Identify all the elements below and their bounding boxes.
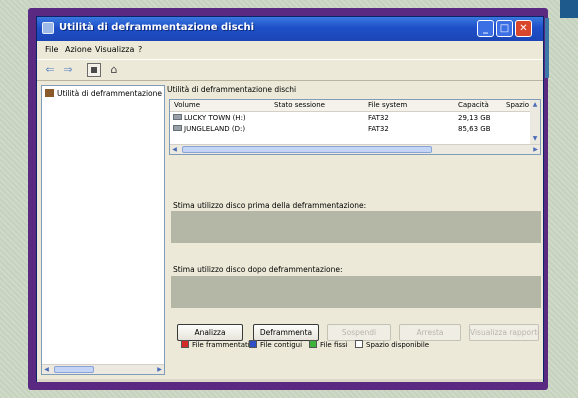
after-analysis-label: Stima utilizzo disco dopo deframmentazio… [173,265,343,274]
toolbar: ⇐ ⇒ ⌂ [37,59,543,81]
details-pane: Utilità di deframmentazione dischi Volum… [167,85,541,375]
back-arrow-icon[interactable]: ⇐ [43,63,57,77]
column-status[interactable]: Stato sessione [270,100,364,112]
analyze-button[interactable]: Analizza [177,324,243,341]
scroll-left-icon[interactable]: ◀ [170,145,179,154]
legend-free-space: Spazio disponibile [355,340,429,349]
window-title: Utilità di deframmentazione dischi [59,22,255,33]
legend-contiguous: File contigui [249,340,302,349]
view-report-button[interactable]: Visualizza rapporto [469,324,539,341]
row-capacity: 29,13 GB [458,114,491,122]
scroll-thumb[interactable] [182,146,432,153]
status-bar [37,379,543,382]
defragment-button[interactable]: Deframmenta [253,324,319,341]
free-space-swatch [355,340,363,348]
scroll-down-icon[interactable]: ▼ [530,134,540,143]
stop-button[interactable]: Arresta [399,324,461,341]
before-analysis-label: Stima utilizzo disco prima della deframm… [173,201,367,210]
menu-help[interactable]: ? [138,45,142,54]
tree-item-label: Utilità di deframmentazione [57,89,163,98]
console-tree-pane: Utilità di deframmentazione ◀ ▶ [41,85,165,375]
scroll-right-icon[interactable]: ▶ [531,145,540,154]
column-filesystem[interactable]: File system [364,100,454,112]
pause-button[interactable]: Sospendi [327,324,391,341]
legend-unmovable: File fissi [309,340,348,349]
title-bar[interactable]: Utilità di deframmentazione dischi _ □ ✕ [37,17,543,41]
maximize-button[interactable]: □ [496,20,513,37]
scroll-up-icon[interactable]: ▲ [530,100,540,109]
menu-visualizza[interactable]: Visualizza [95,45,134,54]
tree-item-defrag[interactable]: Utilità di deframmentazione [45,89,162,98]
forward-arrow-icon[interactable]: ⇒ [61,63,75,77]
column-capacity[interactable]: Capacità [454,100,502,112]
drive-icon [173,125,182,131]
row-capacity: 85,63 GB [458,125,491,133]
table-row[interactable]: JUNGLELAND (D:) [173,125,245,133]
defrag-app-icon [42,22,54,34]
row-filesystem: FAT32 [368,125,389,133]
volume-list-horizontal-scrollbar[interactable]: ◀ ▶ [170,144,540,154]
unmovable-swatch [309,340,317,348]
menu-azione[interactable]: Azione [65,45,92,54]
scroll-left-icon[interactable]: ◀ [42,365,51,374]
properties-icon[interactable]: ⌂ [107,63,121,77]
minimize-button[interactable]: _ [477,20,494,37]
menu-bar: File Azione Visualizza ? [37,41,543,59]
close-button[interactable]: ✕ [515,20,532,37]
legend-fragmented: File frammentati [181,340,250,349]
table-row[interactable]: LUCKY TOWN (H:) [173,114,246,122]
contiguous-swatch [249,340,257,348]
tree-horizontal-scrollbar[interactable]: ◀ ▶ [42,364,164,374]
scroll-right-icon[interactable]: ▶ [155,365,164,374]
volume-list-vertical-scrollbar[interactable]: ▲ ▼ [530,100,540,144]
after-usage-display [171,276,541,308]
page-accent-corner [560,0,578,18]
pane-header: Utilità di deframmentazione dischi [167,85,297,94]
row-filesystem: FAT32 [368,114,389,122]
drive-icon [173,114,182,120]
menu-file[interactable]: File [45,45,58,54]
volume-list: Volume Stato sessione File system Capaci… [169,99,541,155]
fragmented-swatch [181,340,189,348]
page-accent-line [545,18,549,78]
column-volume[interactable]: Volume [170,100,270,112]
defrag-tree-icon [45,89,54,97]
console-tree-icon[interactable] [87,63,101,77]
defrag-window: Utilità di deframmentazione dischi _ □ ✕… [36,16,544,382]
scroll-thumb[interactable] [54,366,94,373]
before-usage-display [171,211,541,243]
